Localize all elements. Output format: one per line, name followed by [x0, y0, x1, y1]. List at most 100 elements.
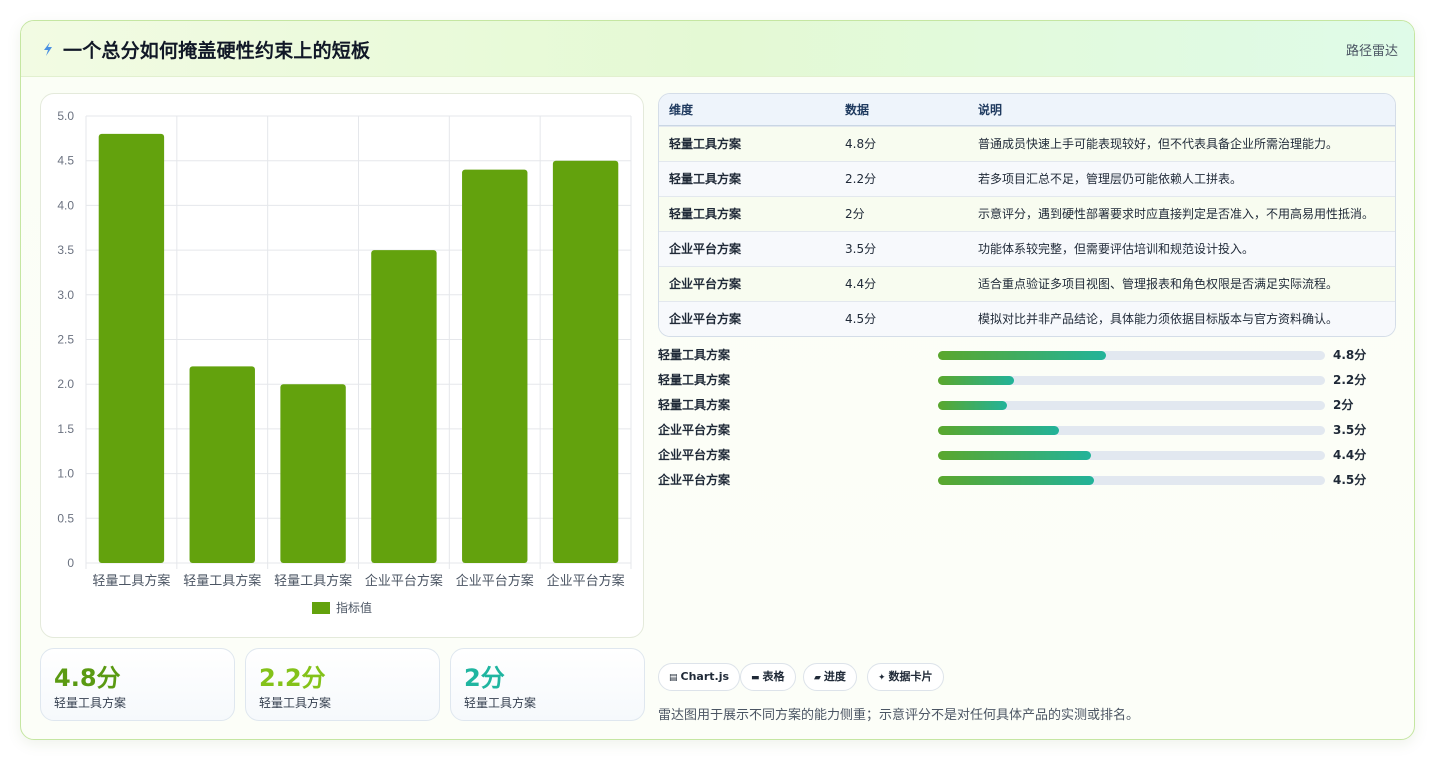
x-tick-label: 轻量工具方案	[274, 573, 352, 588]
y-tick-label: 1.0	[57, 467, 74, 481]
table-cell: 模拟对比并非产品结论，具体能力须依据目标版本与官方资料确认。	[978, 312, 1339, 326]
progress-track	[938, 401, 1325, 410]
progress-value: 4.5分	[1333, 473, 1367, 487]
column-header: 维度	[669, 103, 694, 117]
progress-row: 企业平台方案 3.5分	[658, 421, 1378, 439]
bar	[462, 169, 528, 563]
table-cell: 适合重点验证多项目视图、管理报表和角色权限是否满足实际流程。	[978, 277, 1339, 291]
progress-track	[938, 426, 1325, 435]
table-cell: 企业平台方案	[669, 242, 742, 256]
chip-progress[interactable]: ▰ 进度	[803, 663, 857, 691]
progress-label: 企业平台方案	[658, 448, 731, 462]
x-tick-label: 企业平台方案	[456, 573, 534, 588]
kpi-card-2: 2.2分 轻量工具方案	[245, 648, 440, 721]
progress-track	[938, 451, 1325, 460]
table-header-row: 维度 数据 说明	[659, 94, 1395, 126]
data-table: 维度 数据 说明 轻量工具方案 4.8分 普通成员快速上手可能表现较好，但不代表…	[658, 93, 1396, 337]
progress-track	[938, 376, 1325, 385]
progress-track	[938, 476, 1325, 485]
page-title: 一个总分如何掩盖硬性约束上的短板	[63, 40, 371, 62]
column-header: 说明	[978, 103, 1003, 117]
x-tick-label: 企业平台方案	[365, 573, 443, 588]
x-tick-label: 企业平台方案	[547, 573, 625, 588]
bar	[98, 133, 165, 563]
table-cell: 3.5分	[845, 242, 877, 256]
table-row: 轻量工具方案 4.8分 普通成员快速上手可能表现较好，但不代表具备企业所需治理能…	[659, 126, 1395, 161]
table-cell: 轻量工具方案	[669, 137, 742, 151]
chip-table[interactable]: ▬ 表格	[740, 663, 796, 691]
progress-fill	[938, 426, 1060, 435]
table-cell: 普通成员快速上手可能表现较好，但不代表具备企业所需治理能力。	[978, 137, 1339, 151]
progress-row: 企业平台方案 4.5分	[658, 471, 1378, 489]
kpi-value: 2分	[464, 664, 505, 692]
table-cell: 轻量工具方案	[669, 207, 742, 221]
progress-track	[938, 351, 1325, 360]
y-tick-label: 4.0	[57, 198, 74, 212]
kpi-card-3: 2分 轻量工具方案	[450, 648, 645, 721]
progress-row: 轻量工具方案 2.2分	[658, 371, 1378, 389]
kpi-card-1: 4.8分 轻量工具方案	[40, 648, 235, 721]
table-row: 企业平台方案 3.5分 功能体系较完整，但需要评估培训和规范设计投入。	[659, 231, 1395, 266]
progress-label: 轻量工具方案	[658, 373, 731, 387]
table-cell: 4.5分	[845, 312, 877, 326]
progress-fill	[938, 401, 1007, 410]
table-cell: 功能体系较完整，但需要评估培训和规范设计投入。	[978, 242, 1255, 256]
y-tick-label: 2.5	[57, 333, 74, 347]
column-header: 数据	[845, 103, 870, 117]
progress-value: 2.2分	[1333, 373, 1367, 387]
chip-data-card[interactable]: ✦ 数据卡片	[867, 663, 944, 691]
chart-icon: ▤	[669, 673, 678, 683]
progress-value: 3.5分	[1333, 423, 1367, 437]
kpi-label: 轻量工具方案	[54, 696, 127, 710]
x-tick-label: 轻量工具方案	[92, 573, 170, 588]
progress-fill	[938, 476, 1094, 485]
table-icon: ▬	[751, 673, 760, 683]
progress-row: 企业平台方案 4.4分	[658, 446, 1378, 464]
kpi-label: 轻量工具方案	[464, 696, 537, 710]
bar	[189, 366, 255, 563]
progress-row: 轻量工具方案 4.8分	[658, 346, 1378, 364]
y-tick-label: 2.0	[57, 377, 74, 391]
y-tick-label: 4.5	[57, 154, 74, 168]
bar	[552, 160, 619, 563]
lightning-icon	[44, 42, 52, 56]
card-header: 一个总分如何掩盖硬性约束上的短板 路径雷达	[21, 21, 1414, 77]
kpi-label: 轻量工具方案	[259, 696, 332, 710]
chip-chartjs[interactable]: ▤ Chart.js	[658, 663, 741, 691]
progress-row: 轻量工具方案 2分	[658, 396, 1378, 414]
y-tick-label: 3.5	[57, 243, 74, 257]
table-cell: 2.2分	[845, 172, 877, 186]
chip-label: Chart.js	[680, 670, 730, 683]
kpi-value: 4.8分	[54, 664, 121, 692]
y-tick-label: 5.0	[57, 109, 74, 123]
progress-value: 4.8分	[1333, 348, 1367, 362]
table-row: 轻量工具方案 2.2分 若多项目汇总不足，管理层仍可能依赖人工拼表。	[659, 161, 1395, 196]
table-cell: 企业平台方案	[669, 312, 742, 326]
chip-label: 进度	[823, 670, 846, 683]
y-tick-label: 1.5	[57, 422, 74, 436]
legend-label: 指标值	[336, 600, 372, 615]
x-tick-label: 轻量工具方案	[183, 573, 261, 588]
progress-icon: ▰	[814, 673, 821, 683]
table-cell: 4.4分	[845, 277, 877, 291]
bar	[371, 250, 437, 563]
progress-label: 轻量工具方案	[658, 348, 731, 362]
table-row: 企业平台方案 4.5分 模拟对比并非产品结论，具体能力须依据目标版本与官方资料确…	[659, 301, 1395, 336]
progress-label: 轻量工具方案	[658, 398, 731, 412]
table-cell: 4.8分	[845, 137, 877, 151]
table-row: 企业平台方案 4.4分 适合重点验证多项目视图、管理报表和角色权限是否满足实际流…	[659, 266, 1395, 301]
footnote: 雷达图用于展示不同方案的能力侧重；示意评分不是对任何具体产品的实测或排名。	[658, 708, 1140, 723]
kpi-value: 2.2分	[259, 664, 326, 692]
dashboard-card: 一个总分如何掩盖硬性约束上的短板 路径雷达 5.0 4.5 4.0 3.5 3.0 2.5…	[20, 20, 1415, 740]
chip-label: 表格	[762, 670, 785, 683]
progress-label: 企业平台方案	[658, 473, 731, 487]
y-tick-label: 3.0	[57, 288, 74, 302]
table-cell: 示意评分，遇到硬性部署要求时应直接判定是否准入，不用高易用性抵消。	[978, 207, 1375, 221]
table-cell: 2分	[845, 207, 865, 221]
sparkle-icon: ✦	[878, 673, 886, 683]
table-cell: 若多项目汇总不足，管理层仍可能依赖人工拼表。	[978, 172, 1243, 186]
y-tick-label: 0	[67, 556, 74, 570]
table-cell: 轻量工具方案	[669, 172, 742, 186]
legend-swatch	[312, 602, 330, 614]
chip-label: 数据卡片	[888, 670, 933, 683]
